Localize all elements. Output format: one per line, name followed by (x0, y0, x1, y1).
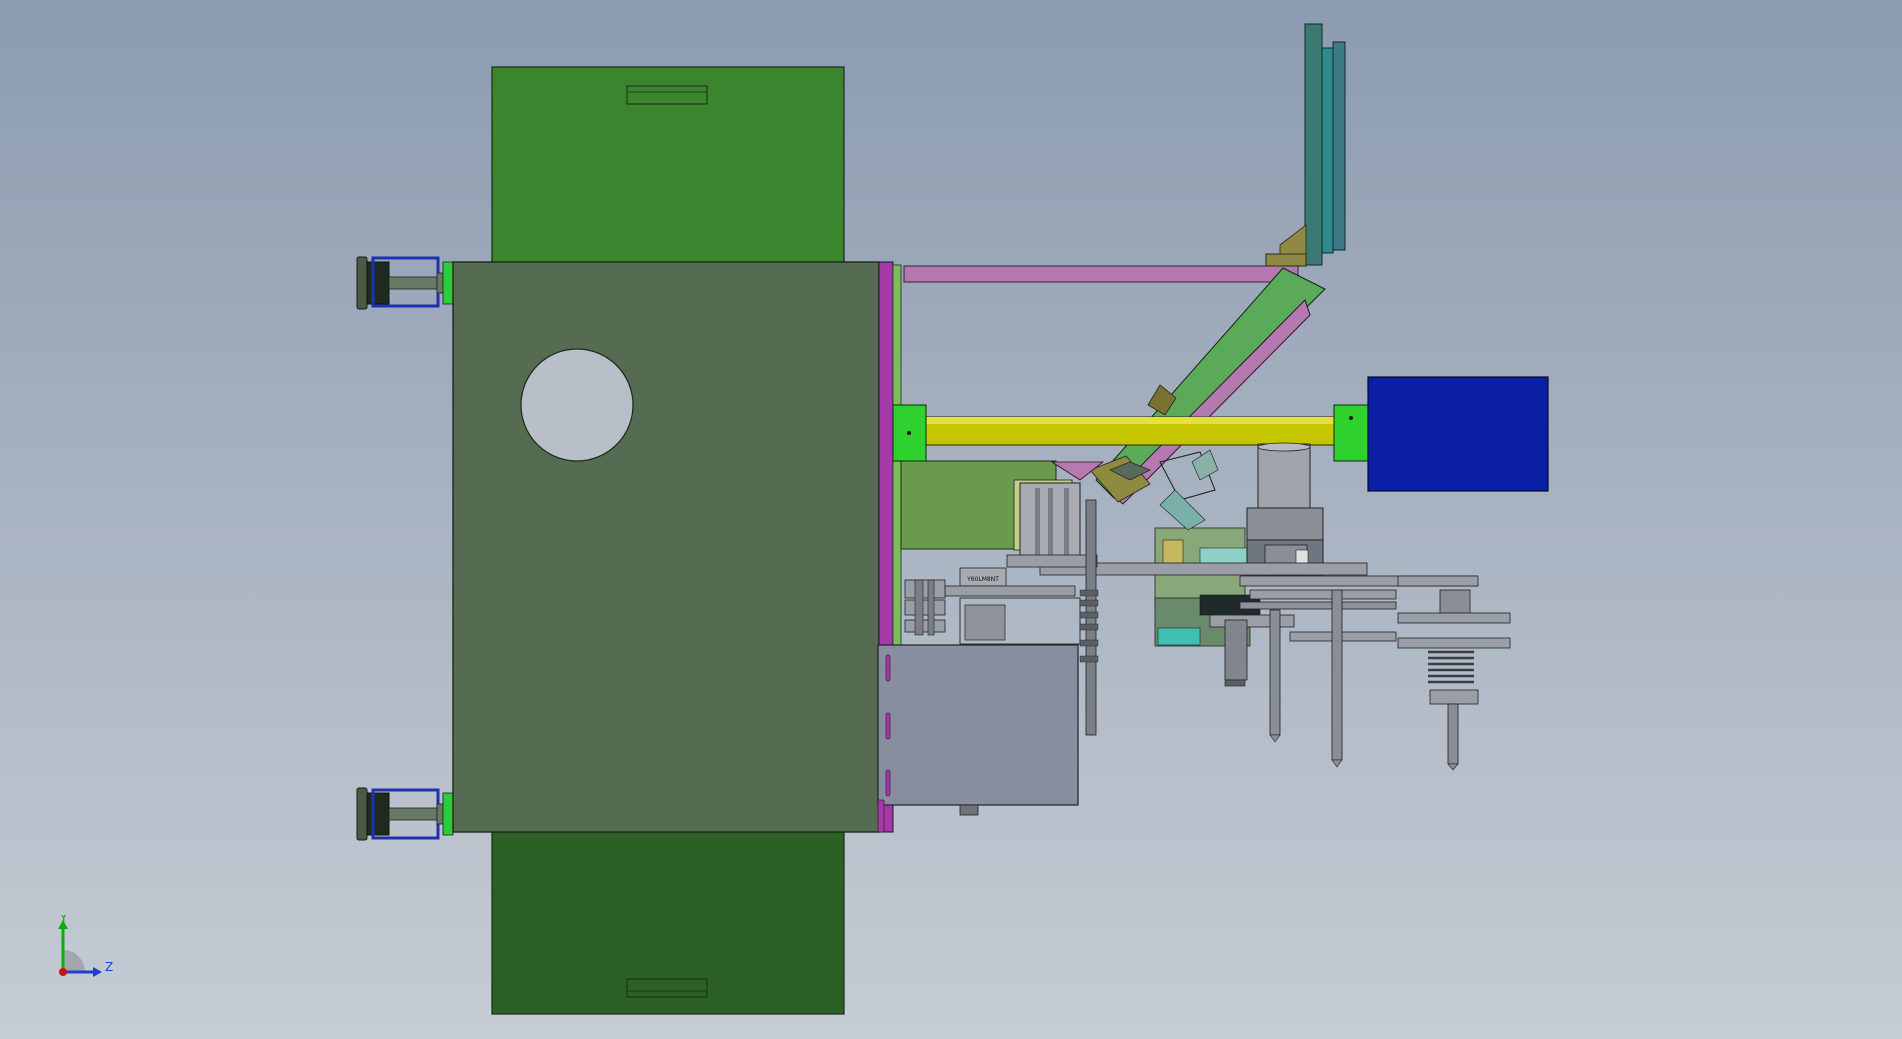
z-axis-label: Z (105, 960, 113, 974)
teal-mounting-plate[interactable] (1265, 23, 1346, 267)
cad-viewport[interactable]: Y60LM8NT Y Z (0, 0, 1902, 1039)
leveling-foot-bottom[interactable] (356, 787, 456, 841)
cabinet-porthole (520, 348, 634, 462)
z-axis-arrow (93, 967, 102, 977)
center-mechanism[interactable] (1039, 442, 1478, 768)
triad-origin (59, 968, 67, 976)
top-door-panel[interactable] (491, 66, 845, 264)
rod-end-right (1333, 404, 1369, 462)
blue-drive-motor[interactable] (1367, 376, 1549, 492)
leveling-foot-top[interactable] (356, 256, 456, 310)
y-axis-label: Y (59, 915, 68, 925)
machine-model[interactable]: Y60LM8NT (0, 0, 1902, 1039)
spring-assembly[interactable] (1397, 575, 1511, 771)
electrical-enclosure[interactable] (877, 644, 1079, 833)
top-door-handle (626, 85, 708, 105)
bottom-door-panel[interactable] (491, 831, 845, 1015)
orientation-triad[interactable]: Y Z (50, 915, 120, 985)
cabinet-front-panel[interactable] (452, 261, 880, 833)
part-label: Y60LM8NT (966, 576, 999, 583)
bottom-door-handle (626, 978, 708, 998)
